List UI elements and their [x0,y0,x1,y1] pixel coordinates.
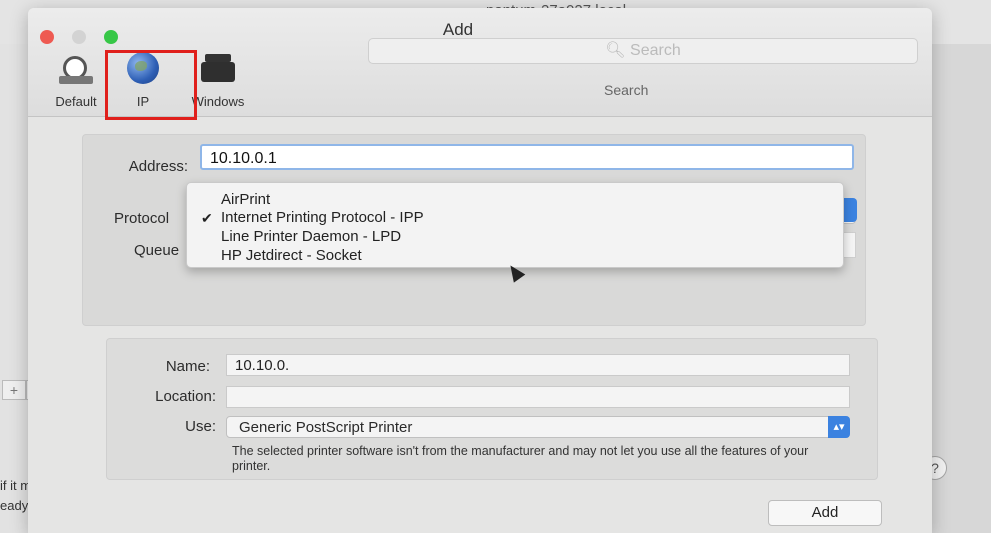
location-label: Location: [155,388,216,405]
address-label: Address: [128,158,188,175]
search-input[interactable]: 🔍︎ Search [368,38,918,64]
protocol-dropdown-menu: AirPrint ✔ Internet Printing Protocol - … [186,182,844,268]
menu-item-socket[interactable]: HP Jetdirect - Socket [221,247,362,264]
search-label: Search [604,82,649,98]
use-label: Use: [185,418,216,435]
toolbar-default-button[interactable]: Default [44,52,108,112]
menu-item-ipp[interactable]: Internet Printing Protocol - IPP [221,209,424,226]
add-printer-sheet: Add Default IP Windows 🔍︎ Search Search … [28,8,932,533]
use-warning-note: The selected printer software isn't from… [232,444,809,473]
use-select[interactable]: Generic PostScript Printer ▴▾ [226,416,850,438]
search-placeholder: Search [630,42,681,59]
address-field[interactable]: 10.10.0.1 [200,144,854,170]
location-field[interactable] [226,386,850,408]
toolbar-default-label: Default [55,94,97,109]
checkmark-icon: ✔ [201,210,213,226]
name-label: Name: [165,358,210,375]
magnifier-printer-icon [57,52,95,86]
menu-item-airprint[interactable]: AirPrint [221,191,270,208]
menu-item-lpd[interactable]: Line Printer Daemon - LPD [221,228,401,245]
protocol-label: Protocol [114,210,170,227]
use-value: Generic PostScript Printer [239,419,413,436]
queue-label: Queue [134,242,180,259]
sheet-title: Add [442,20,474,39]
background-text-2: eady. [0,498,31,513]
chevron-updown-icon: ▴▾ [828,416,850,438]
name-field[interactable]: 10.10.0. [226,354,850,376]
toolbar: Add Default IP Windows 🔍︎ Search Search [28,8,932,120]
plus-icon[interactable]: + [2,380,26,400]
annotation-highlight-box [105,50,197,120]
add-button[interactable]: Add [768,500,882,526]
printer-icon [199,52,237,86]
